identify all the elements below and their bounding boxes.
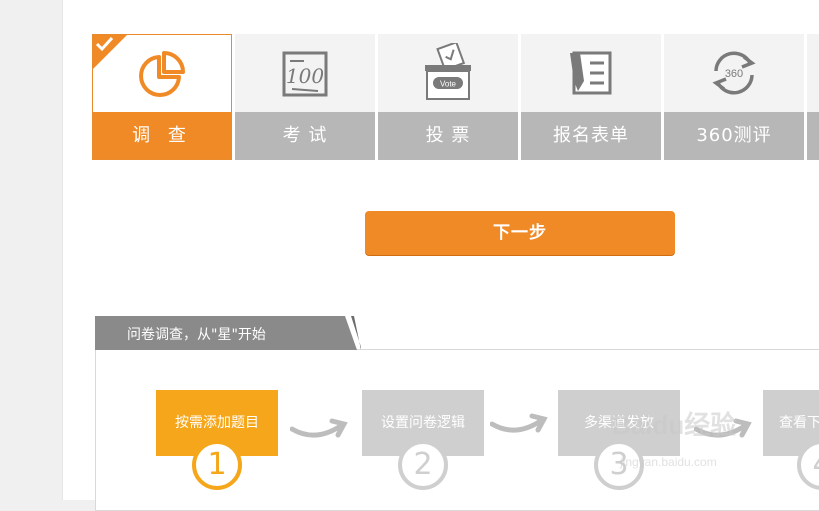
- arrow-right-icon: [290, 418, 348, 438]
- step-number-badge: 2: [398, 440, 448, 490]
- type-card-form[interactable]: 报名表单: [521, 34, 661, 160]
- pie-chart-icon: [139, 51, 185, 97]
- signup-form-icon: [570, 51, 612, 95]
- type-card-label: 投 票: [378, 112, 518, 160]
- panel-tab-title: 问卷调查，从"星"开始: [127, 327, 266, 343]
- type-card-partial[interactable]: [807, 34, 819, 160]
- watermark-text: Baidu经验: [612, 410, 737, 440]
- next-step-button[interactable]: 下一步: [365, 211, 675, 255]
- svg-text:100: 100: [286, 64, 324, 88]
- ballot-box-icon: Vote: [425, 43, 471, 100]
- type-card-label-partial: [807, 112, 819, 160]
- type-card-exam[interactable]: 100 考 试: [235, 34, 375, 160]
- type-card-360[interactable]: 360 360测评: [664, 34, 804, 160]
- watermark-url: jingyan.baidu.com: [620, 455, 717, 469]
- type-card-label: 报名表单: [521, 112, 661, 160]
- exam-score-icon: 100: [282, 51, 328, 97]
- svg-text:Vote: Vote: [440, 80, 457, 89]
- arrow-right-icon: [490, 413, 548, 433]
- refresh-360-icon: 360: [712, 51, 756, 95]
- step-number-badge: 1: [192, 440, 242, 490]
- type-card-label: 360测评: [664, 112, 804, 160]
- svg-text:360: 360: [725, 68, 743, 80]
- type-card-label: 调 查: [93, 112, 231, 159]
- type-card-survey[interactable]: 调 查: [92, 34, 232, 160]
- watermark: Baidu经验 jingyan.baidu.com: [612, 405, 737, 469]
- type-card-vote[interactable]: Vote 投 票: [378, 34, 518, 160]
- panel-tab: 问卷调查，从"星"开始: [95, 316, 357, 350]
- type-card-label: 考 试: [235, 112, 375, 160]
